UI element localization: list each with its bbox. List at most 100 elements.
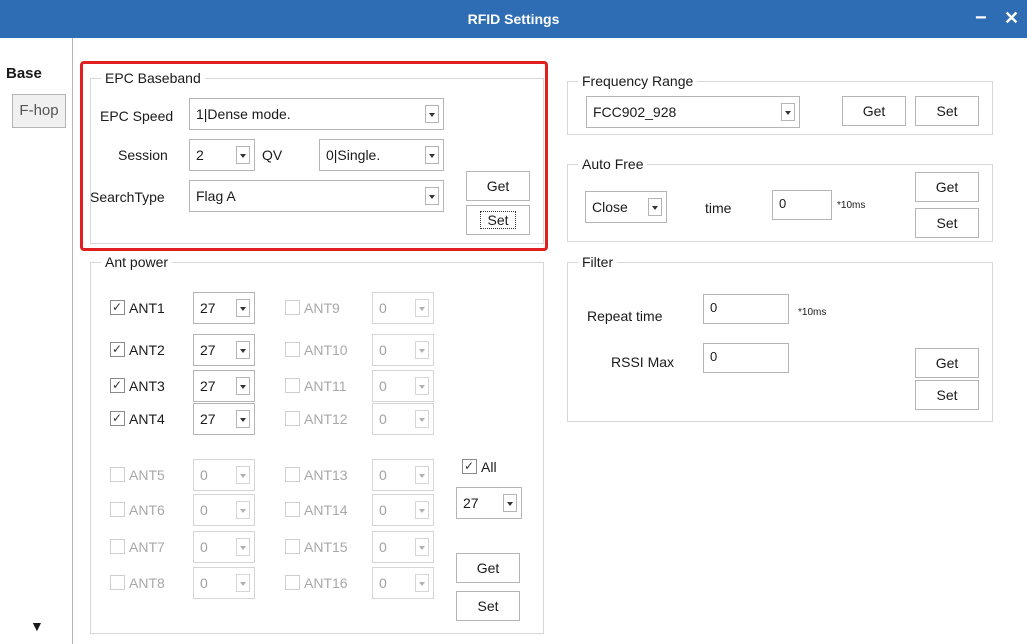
ant-power-select[interactable]: 0 (372, 531, 434, 563)
ant-checkbox[interactable]: ANT6 (110, 500, 165, 520)
ant-label: ANT3 (129, 378, 165, 394)
checkbox-box[interactable] (110, 467, 125, 482)
ant-power-select[interactable]: 0 (193, 567, 255, 599)
chevron-down-icon[interactable] (236, 538, 250, 556)
ant-power-select[interactable]: 0 (372, 494, 434, 526)
autofree-get-button[interactable]: Get (915, 172, 979, 202)
checkbox-box[interactable] (285, 378, 300, 393)
chevron-down-icon[interactable] (415, 466, 429, 484)
close-button[interactable]: ✕ (1004, 0, 1019, 36)
ant-power-select[interactable]: 0 (372, 459, 434, 491)
auto-free-select[interactable]: Close (585, 191, 667, 223)
chevron-down-icon[interactable] (415, 538, 429, 556)
ant-checkbox[interactable]: ANT14 (285, 500, 348, 520)
filter-get-button[interactable]: Get (915, 348, 979, 378)
checkbox-box[interactable] (110, 375, 125, 395)
chevron-down-icon[interactable] (415, 501, 429, 519)
ant-power-select[interactable]: 0 (193, 494, 255, 526)
ant-power-select[interactable]: 0 (372, 334, 434, 366)
ant-power-select[interactable]: 0 (193, 531, 255, 563)
chevron-down-icon[interactable] (236, 299, 250, 317)
ant-checkbox[interactable]: ANT9 (285, 298, 340, 318)
chevron-down-icon[interactable] (415, 377, 429, 395)
ant-power-select[interactable]: 0 (372, 567, 434, 599)
ant-get-button[interactable]: Get (456, 553, 520, 583)
checkbox-box[interactable] (285, 411, 300, 426)
minimize-button[interactable]: − (975, 0, 987, 36)
ant-checkbox[interactable]: ANT15 (285, 537, 348, 557)
chevron-down-icon[interactable] (415, 341, 429, 359)
ant-checkbox[interactable]: ANT3 (110, 375, 165, 396)
ant-checkbox[interactable]: ANT7 (110, 537, 165, 557)
checkbox-box[interactable] (285, 575, 300, 590)
chevron-down-icon[interactable] (415, 299, 429, 317)
checkbox-box[interactable] (110, 575, 125, 590)
all-checkbox[interactable]: All (462, 456, 497, 477)
ant-power-select[interactable]: 27 (193, 292, 255, 324)
checkbox-box[interactable] (285, 539, 300, 554)
autofree-set-button[interactable]: Set (915, 208, 979, 238)
ant-power-select[interactable]: 27 (193, 334, 255, 366)
rssi-max-input[interactable]: 0 (703, 343, 789, 373)
checkbox-box[interactable] (110, 339, 125, 359)
ant-checkbox[interactable]: ANT13 (285, 465, 348, 485)
checkbox-box[interactable] (285, 502, 300, 517)
ant-power-value: 0 (200, 502, 208, 518)
ant-checkbox[interactable]: ANT11 (285, 376, 347, 396)
ant-checkbox[interactable]: ANT1 (110, 297, 165, 318)
checkbox-box[interactable] (110, 502, 125, 517)
title-bar: RFID Settings − ✕ (0, 0, 1027, 38)
checkbox-box[interactable] (285, 300, 300, 315)
time-input[interactable]: 0 (772, 190, 832, 220)
chevron-down-icon[interactable] (236, 377, 250, 395)
ant-label: ANT13 (304, 467, 348, 483)
chevron-down-icon[interactable] (503, 494, 517, 512)
checkbox-box[interactable] (110, 539, 125, 554)
all-power-select[interactable]: 27 (456, 487, 522, 519)
chevron-down-icon[interactable] (236, 466, 250, 484)
chevron-down-icon[interactable] (236, 410, 250, 428)
rssi-max-value: 0 (710, 349, 718, 364)
chevron-down-icon[interactable] (236, 501, 250, 519)
checkbox-box[interactable] (462, 456, 477, 476)
chevron-down-icon[interactable] (236, 341, 250, 359)
chevron-down-icon[interactable] (415, 410, 429, 428)
chevron-down-icon[interactable] (648, 198, 662, 216)
ant-power-select[interactable]: 0 (372, 370, 434, 402)
tab-scroll-down-icon[interactable]: ▼ (30, 618, 44, 634)
ant-checkbox[interactable]: ANT2 (110, 339, 165, 360)
ant-checkbox[interactable]: ANT10 (285, 340, 348, 360)
all-power-value: 27 (463, 495, 479, 511)
chevron-down-icon[interactable] (415, 574, 429, 592)
checkbox-box[interactable] (110, 408, 125, 428)
repeat-time-label: Repeat time (587, 308, 663, 324)
ant-power-value: 0 (379, 342, 387, 358)
frequency-select[interactable]: FCC902_928 (586, 96, 800, 128)
ant-power-select[interactable]: 0 (372, 292, 434, 324)
ant-power-select[interactable]: 0 (372, 403, 434, 435)
ant-power-select[interactable]: 27 (193, 403, 255, 435)
ant-power-select[interactable]: 27 (193, 370, 255, 402)
ant-checkbox[interactable]: ANT16 (285, 573, 348, 593)
ant-set-button[interactable]: Set (456, 591, 520, 621)
freq-get-button[interactable]: Get (842, 96, 906, 126)
checkbox-box[interactable] (110, 297, 125, 317)
ant-get-label: Get (476, 560, 500, 576)
ant-power-value: 0 (379, 411, 387, 427)
checkbox-box[interactable] (285, 467, 300, 482)
filter-get-label: Get (935, 355, 959, 371)
repeat-time-input[interactable]: 0 (703, 294, 789, 324)
ant-checkbox[interactable]: ANT12 (285, 409, 348, 429)
checkbox-box[interactable] (285, 342, 300, 357)
tab-base[interactable]: Base (6, 58, 66, 90)
tab-fhop[interactable]: F-hop (12, 94, 66, 128)
ant-checkbox[interactable]: ANT4 (110, 408, 165, 429)
chevron-down-icon[interactable] (781, 103, 795, 121)
chevron-down-icon[interactable] (236, 574, 250, 592)
ant-checkbox[interactable]: ANT8 (110, 573, 165, 593)
ant-power-select[interactable]: 0 (193, 459, 255, 491)
ant-checkbox[interactable]: ANT5 (110, 465, 165, 485)
freq-set-button[interactable]: Set (915, 96, 979, 126)
filter-set-button[interactable]: Set (915, 380, 979, 410)
time-unit: *10ms (837, 200, 866, 211)
